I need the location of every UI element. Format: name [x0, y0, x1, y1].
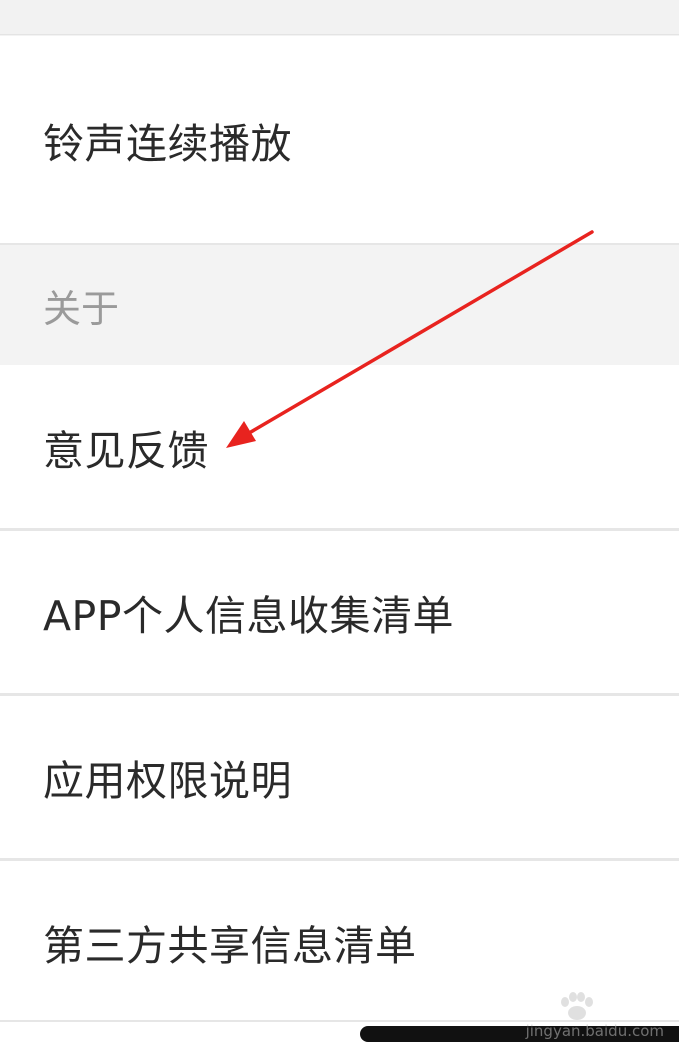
section-header-about-label: 关于: [43, 286, 120, 331]
section-header-about: 关于: [0, 245, 679, 365]
ringtone-continuous-play-label: 铃声连续播放: [43, 120, 292, 168]
feedback-label: 意见反馈: [43, 426, 209, 475]
baidu-jingyan-watermark: jingyan.baidu.com: [508, 992, 668, 1052]
app-personal-info-list-label: APP个人信息收集清单: [43, 592, 454, 640]
app-personal-info-list-row[interactable]: APP个人信息收集清单: [0, 531, 679, 693]
feedback-row[interactable]: 意见反馈: [0, 365, 679, 528]
third-party-sharing-list-label: 第三方共享信息清单: [43, 921, 417, 970]
watermark-text: jingyan.baidu.com: [525, 1022, 664, 1040]
baidu-paw-icon: [561, 992, 593, 1020]
app-permissions-row[interactable]: 应用权限说明: [0, 696, 679, 858]
ringtone-continuous-play-row[interactable]: 铃声连续播放: [0, 36, 679, 244]
app-permissions-label: 应用权限说明: [43, 757, 292, 805]
top-strip: [0, 0, 679, 35]
